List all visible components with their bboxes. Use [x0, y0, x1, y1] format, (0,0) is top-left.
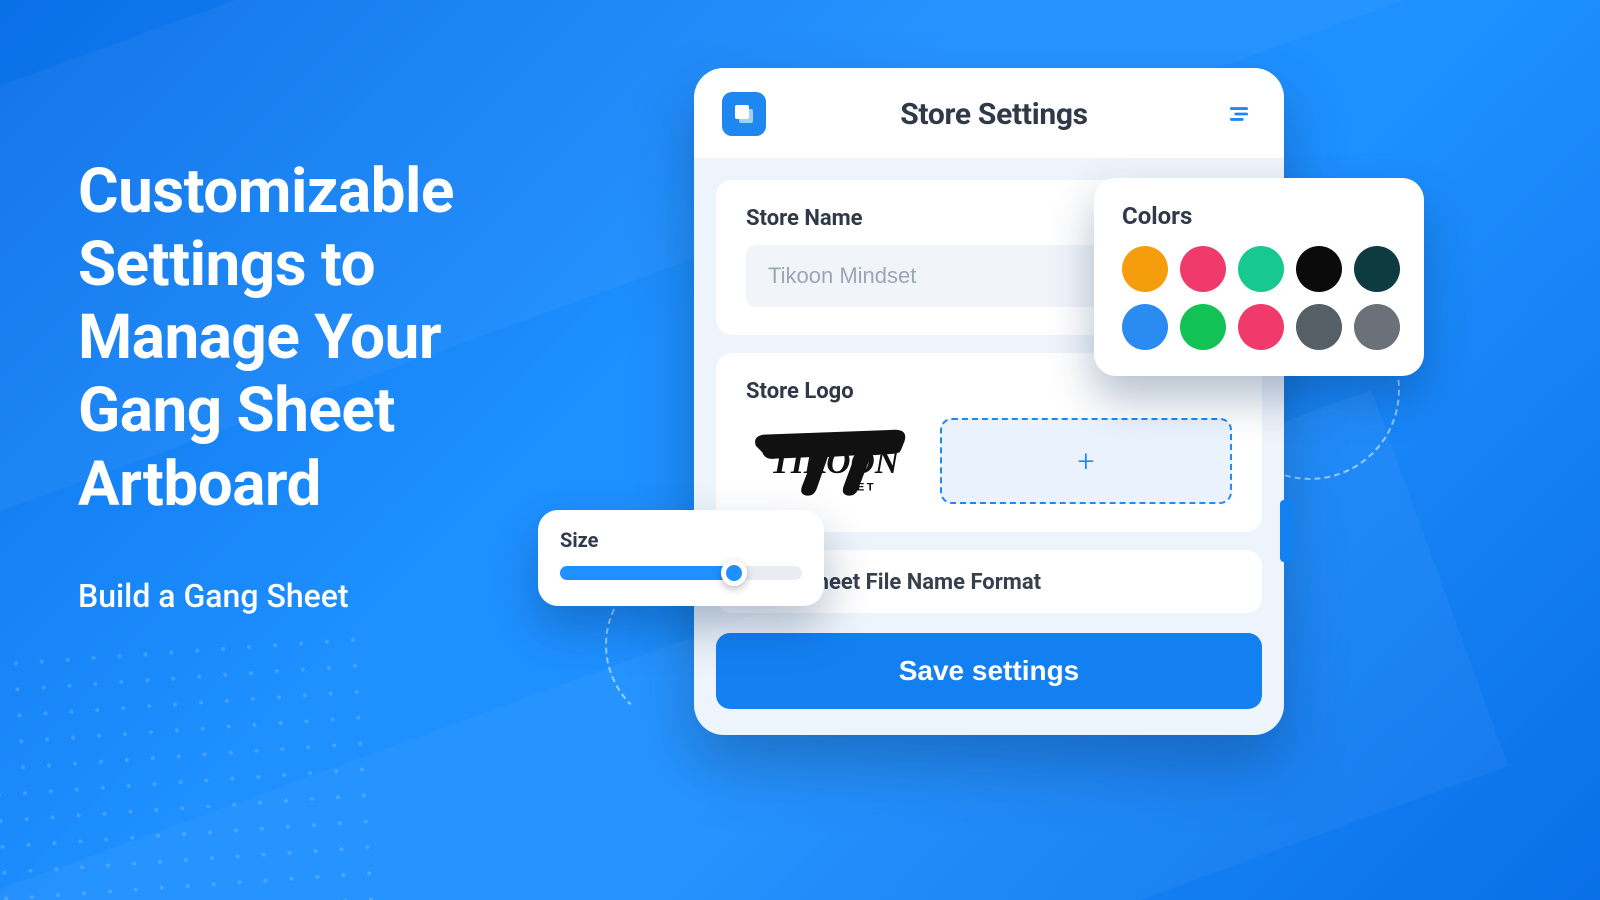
hero-copy: Customizable Settings to Manage Your Gan…: [78, 155, 598, 615]
panel-menu-button[interactable]: [1222, 97, 1256, 131]
hero-subtitle: Build a Gang Sheet: [78, 577, 598, 615]
panel-side-accent: [1280, 500, 1294, 562]
size-slider-fill: [560, 566, 734, 580]
colors-title: Colors: [1122, 202, 1396, 230]
size-title: Size: [560, 528, 802, 552]
svg-text:TIKOON: TIKOON: [770, 444, 901, 481]
store-logo-label: Store Logo: [746, 379, 1232, 404]
color-swatch-7[interactable]: [1238, 304, 1284, 350]
color-swatch-1[interactable]: [1180, 246, 1226, 292]
color-swatch-9[interactable]: [1354, 304, 1400, 350]
color-swatch-4[interactable]: [1354, 246, 1400, 292]
color-swatch-3[interactable]: [1296, 246, 1342, 292]
colors-popover: Colors: [1094, 178, 1424, 376]
color-swatch-6[interactable]: [1180, 304, 1226, 350]
size-slider[interactable]: [560, 566, 802, 580]
menu-icon: [1226, 101, 1252, 127]
color-swatch-5[interactable]: [1122, 304, 1168, 350]
color-swatch-grid: [1122, 246, 1396, 350]
panel-title: Store Settings: [766, 97, 1222, 132]
store-logo-card: Store Logo TIKOON SET +: [716, 353, 1262, 532]
save-settings-button[interactable]: Save settings: [716, 633, 1262, 709]
size-popover: Size: [538, 510, 824, 606]
app-logo-icon: [722, 92, 766, 136]
color-swatch-0[interactable]: [1122, 246, 1168, 292]
panel-header: Store Settings: [694, 68, 1284, 158]
hero-headline: Customizable Settings to Manage Your Gan…: [78, 155, 598, 521]
plus-icon: +: [1078, 444, 1095, 479]
settings-panel: Store Settings Store Name Store Logo: [694, 68, 1284, 735]
color-swatch-8[interactable]: [1296, 304, 1342, 350]
size-slider-thumb[interactable]: [721, 560, 747, 586]
decorative-dots: [0, 626, 390, 900]
svg-text:SET: SET: [847, 482, 876, 494]
store-logo-preview: TIKOON SET: [746, 418, 916, 504]
color-swatch-2[interactable]: [1238, 246, 1284, 292]
upload-logo-button[interactable]: +: [940, 418, 1232, 504]
